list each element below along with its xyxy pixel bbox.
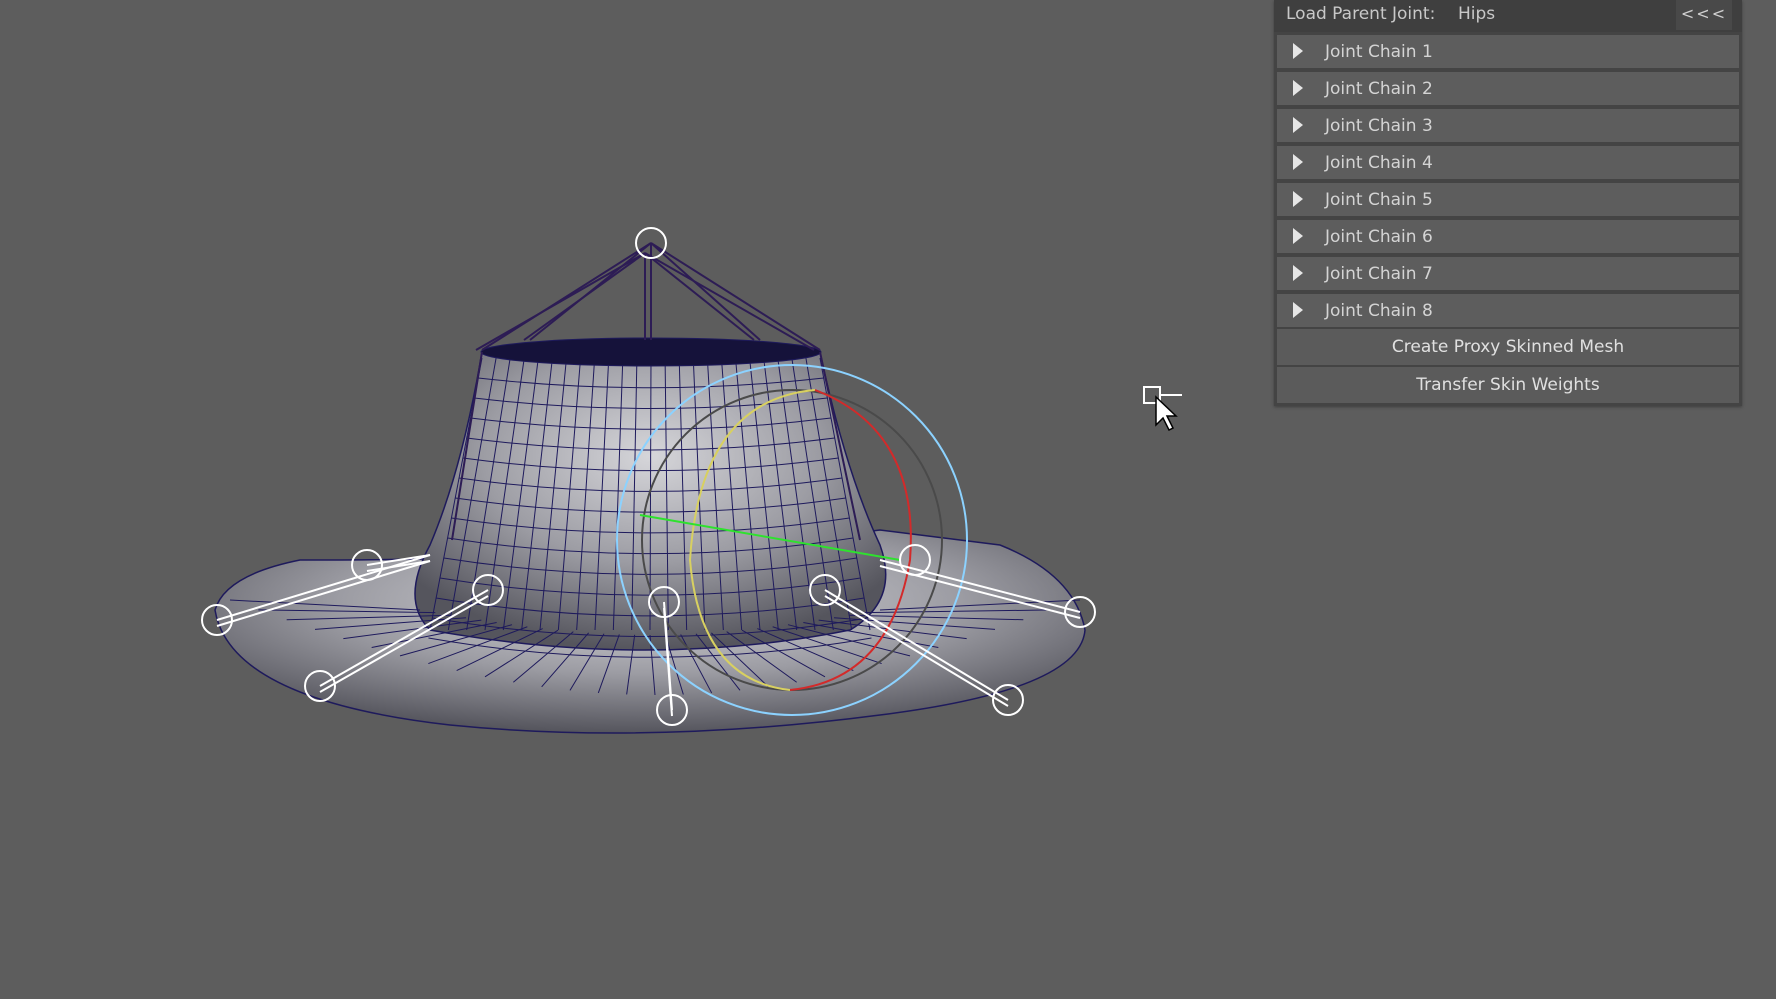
- expand-triangle-icon[interactable]: [1293, 265, 1303, 281]
- load-parent-joint-label: Load Parent Joint:: [1286, 4, 1436, 24]
- mesh-top-opening: [480, 337, 822, 367]
- bone-line: [650, 242, 761, 341]
- expand-triangle-icon[interactable]: [1293, 302, 1303, 318]
- bone-line: [523, 252, 646, 341]
- joint-chain-7[interactable]: Joint Chain 7: [1277, 257, 1739, 290]
- parent-joint-field[interactable]: Hips: [1458, 4, 1495, 24]
- bone-line: [644, 252, 755, 341]
- expand-triangle-icon[interactable]: [1293, 43, 1303, 59]
- expand-triangle-icon[interactable]: [1293, 80, 1303, 96]
- joint-chain-4[interactable]: Joint Chain 4: [1277, 146, 1739, 179]
- joint-chain-8[interactable]: Joint Chain 8: [1277, 294, 1739, 327]
- expand-triangle-icon[interactable]: [1293, 191, 1303, 207]
- joint-chain-label: Joint Chain 6: [1325, 227, 1433, 247]
- bone-line: [644, 252, 815, 351]
- joint-chain-label: Joint Chain 8: [1325, 301, 1433, 321]
- expand-triangle-icon[interactable]: [1293, 154, 1303, 170]
- joint-chain-label: Joint Chain 4: [1325, 153, 1433, 173]
- expand-triangle-icon[interactable]: [1293, 228, 1303, 244]
- joint-chain-label: Joint Chain 2: [1325, 79, 1433, 99]
- joint-chain-label: Joint Chain 3: [1325, 116, 1433, 136]
- collapse-button[interactable]: <<<: [1676, 0, 1732, 30]
- joint-chain-1[interactable]: Joint Chain 1: [1277, 35, 1739, 68]
- bone-line: [481, 242, 652, 351]
- joint-chain-2[interactable]: Joint Chain 2: [1277, 72, 1739, 105]
- joint-chain-label: Joint Chain 7: [1325, 264, 1433, 284]
- joint-chain-label: Joint Chain 5: [1325, 190, 1433, 210]
- mouse-cursor-icon: [1143, 386, 1182, 432]
- bone-line: [650, 242, 821, 351]
- expand-triangle-icon[interactable]: [1293, 117, 1303, 133]
- transfer-skin-weights-button[interactable]: Transfer Skin Weights: [1277, 367, 1739, 403]
- load-parent-joint-row: Load Parent Joint: Hips <<<: [1274, 0, 1742, 32]
- joint-chain-6[interactable]: Joint Chain 6: [1277, 220, 1739, 253]
- joint-chain-tool-panel: Load Parent Joint: Hips <<< Joint Chain …: [1274, 0, 1742, 406]
- joint-chain-5[interactable]: Joint Chain 5: [1277, 183, 1739, 216]
- joint-chain-3[interactable]: Joint Chain 3: [1277, 109, 1739, 142]
- create-proxy-skinned-mesh-button[interactable]: Create Proxy Skinned Mesh: [1277, 329, 1739, 365]
- joint-chain-label: Joint Chain 1: [1325, 42, 1433, 62]
